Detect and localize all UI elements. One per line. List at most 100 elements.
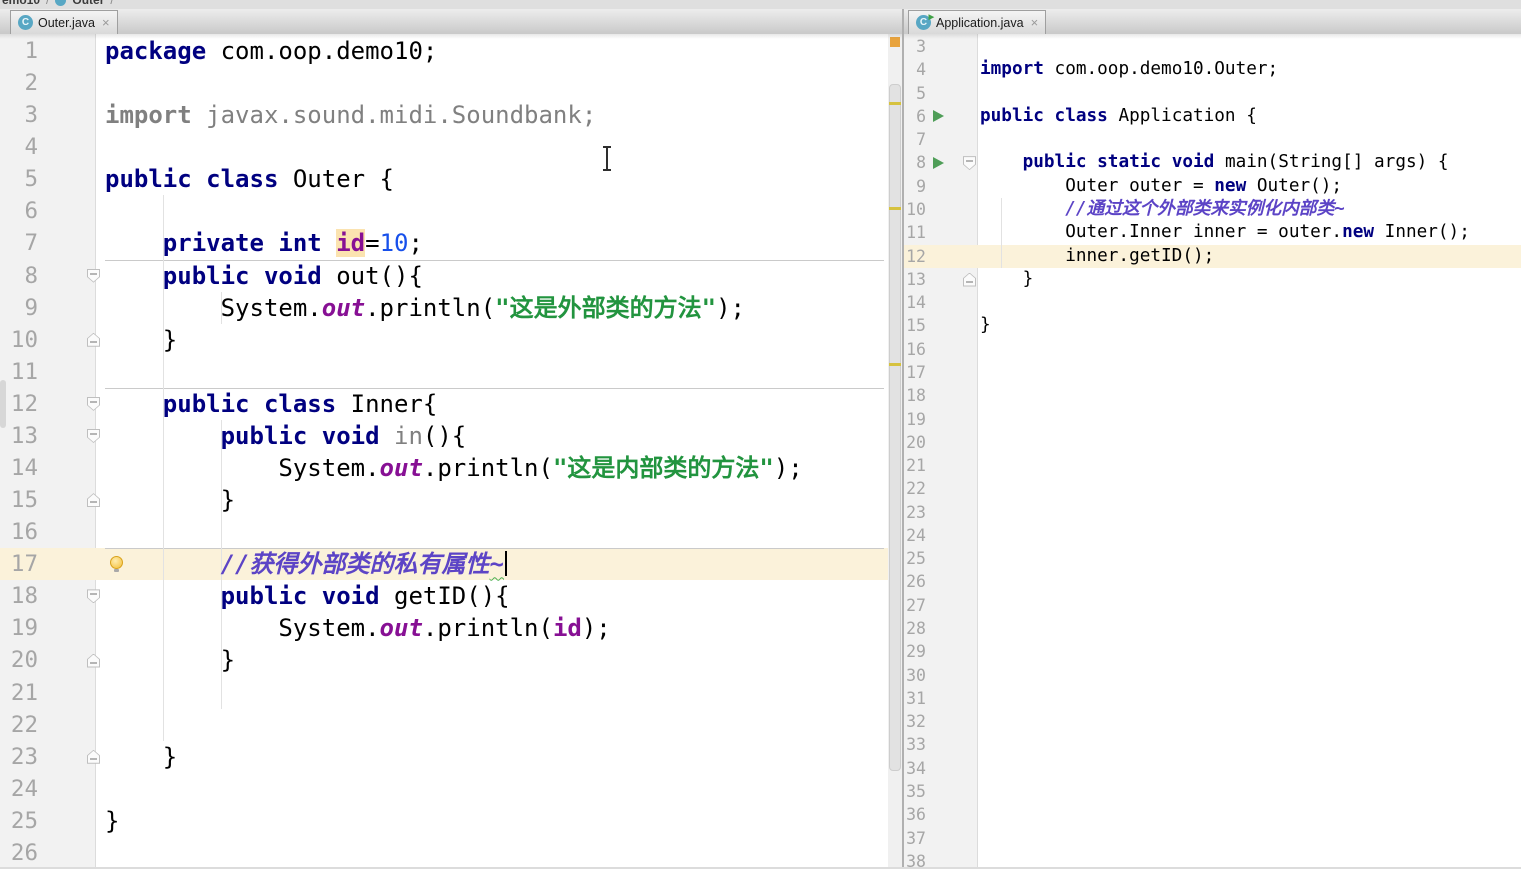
code-line[interactable]	[904, 454, 1521, 477]
scrollbar-thumb[interactable]	[889, 84, 901, 771]
java-class-icon: C	[18, 15, 33, 30]
code-line[interactable]	[904, 431, 1521, 454]
warning-stripe-mark[interactable]	[889, 102, 901, 105]
code-line[interactable]	[904, 477, 1521, 500]
code-area[interactable]: import com.oop.demo10.Outer; public class…	[904, 35, 1521, 869]
intention-bulb-icon[interactable]	[110, 555, 123, 573]
code-line[interactable]: Outer.Inner inner = outer.new Inner();	[904, 221, 1521, 244]
code-line[interactable]	[904, 291, 1521, 314]
code-line[interactable]	[904, 640, 1521, 663]
code-line[interactable]	[904, 664, 1521, 687]
warning-stripe-square[interactable]	[890, 37, 900, 47]
ide-window: emo10 / Outer / C Outer.java × C Applica…	[0, 0, 1521, 869]
run-icon[interactable]	[933, 110, 944, 122]
code-line[interactable]	[0, 709, 902, 741]
code-line[interactable]: public void getID(){	[0, 580, 902, 612]
code-line[interactable]	[0, 773, 902, 805]
project-panel-scrollbar-sliver[interactable]	[0, 380, 6, 428]
code-line[interactable]: }	[0, 644, 902, 676]
code-line[interactable]: }	[904, 268, 1521, 291]
code-line[interactable]	[904, 710, 1521, 733]
code-area[interactable]: package com.oop.demo10; import javax.soun…	[0, 35, 902, 869]
code-line[interactable]: public class Inner{	[0, 388, 902, 420]
code-line[interactable]: //获得外部类的私有属性~	[0, 548, 902, 580]
fold-collapse-end-icon[interactable]	[87, 493, 100, 508]
code-line[interactable]: public void in(){	[0, 420, 902, 452]
warning-stripe-mark[interactable]	[889, 207, 901, 210]
code-line[interactable]: System.out.println(id);	[0, 612, 902, 644]
code-line[interactable]	[904, 501, 1521, 524]
fold-collapse-end-icon[interactable]	[963, 272, 976, 287]
tab-bar: C Outer.java × C Application.java ×	[0, 9, 1521, 35]
code-line[interactable]: private int id=10;	[0, 227, 902, 259]
editor-application-java[interactable]: 3 4 5 6 7 8 9 10 11 12 13 14 15 16 17 18 19 20 21 22 23 24 25 2…	[904, 34, 1521, 869]
code-line[interactable]	[0, 516, 902, 548]
tab-label: Outer.java	[38, 15, 95, 30]
code-line[interactable]	[904, 827, 1521, 850]
code-line[interactable]: public class Outer {	[0, 163, 902, 195]
code-line[interactable]: public static void main(String[] args) {	[904, 151, 1521, 174]
runnable-java-class-icon: C	[916, 10, 934, 30]
code-line[interactable]: System.out.println("这是外部类的方法");	[0, 292, 902, 324]
code-line[interactable]: import javax.sound.midi.Soundbank;	[0, 99, 902, 131]
code-line[interactable]	[904, 82, 1521, 105]
code-line[interactable]	[904, 338, 1521, 361]
code-line[interactable]	[904, 35, 1521, 58]
class-icon	[55, 0, 67, 6]
code-line[interactable]	[904, 757, 1521, 780]
code-line[interactable]	[904, 128, 1521, 151]
code-line[interactable]	[0, 356, 902, 388]
tab-application-java[interactable]: C Application.java ×	[908, 10, 1047, 34]
editor-outer-java[interactable]: 1 2 3 4 5 6 7 8 9 10 11 12 13 14 15 16 17 18 19 20 21 22 23 24 2…	[0, 34, 902, 869]
fold-collapse-start-icon[interactable]	[87, 268, 100, 283]
fold-collapse-start-icon[interactable]	[87, 396, 100, 411]
fold-collapse-start-icon[interactable]	[963, 156, 976, 171]
code-line[interactable]	[904, 361, 1521, 384]
fold-collapse-end-icon[interactable]	[87, 749, 100, 764]
code-line[interactable]	[904, 570, 1521, 593]
code-line[interactable]	[0, 195, 902, 227]
code-line[interactable]	[904, 617, 1521, 640]
code-line[interactable]: Outer outer = new Outer();	[904, 175, 1521, 198]
breadcrumb-separator: /	[110, 0, 114, 7]
fold-collapse-end-icon[interactable]	[87, 332, 100, 347]
code-line[interactable]	[904, 408, 1521, 431]
tab-outer-java[interactable]: C Outer.java ×	[10, 10, 118, 34]
code-line[interactable]: }	[0, 805, 902, 837]
code-line[interactable]	[904, 524, 1521, 547]
code-line[interactable]	[904, 547, 1521, 570]
code-line[interactable]: //通过这个外部类来实例化内部类~	[904, 198, 1521, 221]
pane-splitter[interactable]	[902, 9, 904, 869]
code-line[interactable]	[0, 131, 902, 163]
code-line[interactable]: public void out(){	[0, 260, 902, 292]
code-line[interactable]	[904, 780, 1521, 803]
text-caret	[504, 551, 507, 577]
fold-collapse-end-icon[interactable]	[87, 653, 100, 668]
run-icon[interactable]	[933, 156, 944, 169]
code-line[interactable]: }	[0, 741, 902, 773]
fold-collapse-start-icon[interactable]	[87, 589, 100, 604]
code-line[interactable]: }	[0, 484, 902, 516]
code-line[interactable]: public class Application {	[904, 105, 1521, 128]
vertical-scrollbar[interactable]	[888, 34, 902, 869]
code-line[interactable]	[904, 384, 1521, 407]
code-line[interactable]: }	[0, 324, 902, 356]
code-line[interactable]: System.out.println("这是内部类的方法");	[0, 452, 902, 484]
code-line[interactable]: import com.oop.demo10.Outer;	[904, 58, 1521, 81]
code-line[interactable]	[0, 837, 902, 869]
code-line[interactable]	[904, 733, 1521, 756]
close-icon[interactable]: ×	[102, 16, 110, 29]
warning-stripe-mark[interactable]	[889, 363, 901, 366]
code-line[interactable]	[904, 687, 1521, 710]
code-line[interactable]: inner.getID();	[904, 245, 1521, 268]
code-line[interactable]	[904, 803, 1521, 826]
breadcrumb-separator: /	[46, 0, 50, 7]
code-line[interactable]	[0, 67, 902, 99]
fold-collapse-start-icon[interactable]	[87, 429, 100, 443]
code-line[interactable]	[904, 594, 1521, 617]
code-line[interactable]: package com.oop.demo10;	[0, 35, 902, 67]
code-line[interactable]	[0, 677, 902, 709]
close-icon[interactable]: ×	[1031, 16, 1039, 29]
tab-label: Application.java	[936, 15, 1024, 30]
code-line[interactable]: }	[904, 314, 1521, 337]
